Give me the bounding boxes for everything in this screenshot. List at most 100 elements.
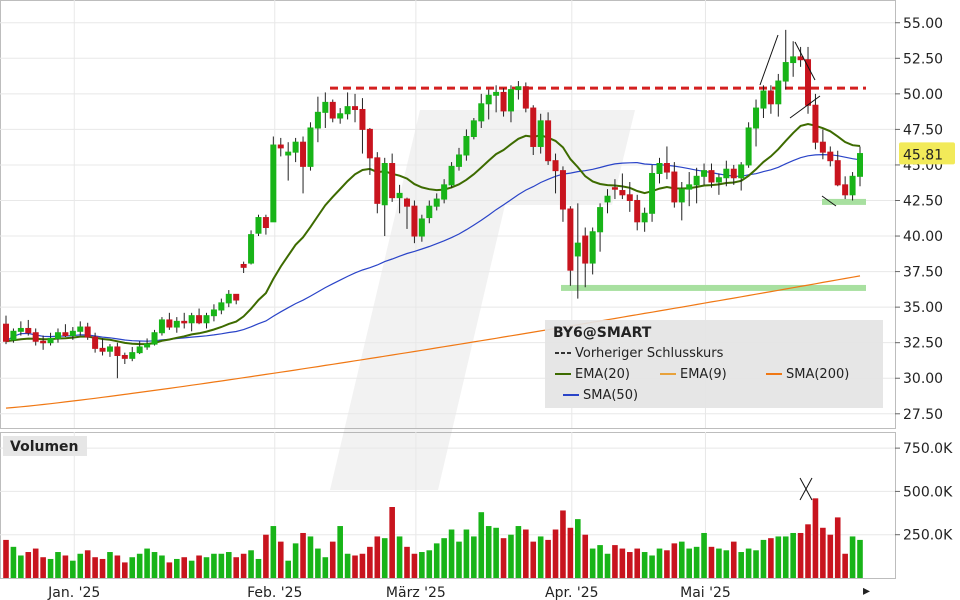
volume-tick-label: 750.0K (903, 441, 953, 457)
volume-bar (337, 526, 343, 578)
volume-bar (849, 536, 856, 578)
candle-body (210, 309, 217, 317)
candle-body (300, 141, 307, 167)
volume-bar (159, 555, 165, 578)
candle-body (478, 103, 485, 122)
candle-body (240, 263, 247, 268)
volume-bar (381, 538, 388, 578)
volume-bar (790, 532, 796, 578)
candle-body (277, 144, 284, 149)
candle-body (47, 337, 54, 344)
candle-body (196, 315, 203, 324)
volume-bar (300, 532, 306, 578)
price-tick-label: 42.50 (903, 193, 943, 209)
candle-body (203, 315, 210, 324)
candle-body (611, 187, 618, 190)
candle-body (530, 107, 537, 147)
candle-body (730, 168, 737, 179)
volume-bar (114, 555, 121, 578)
candle-body (114, 346, 121, 356)
candle-body (337, 113, 344, 119)
price-tick-label: 40.00 (903, 229, 943, 245)
candle-body (849, 175, 856, 196)
time-tick-label: Jan. '25 (47, 585, 100, 600)
legend[interactable]: BY6@SMART Vorheriger Schlusskurs EMA(20) EM… (545, 320, 883, 408)
volume-bar (701, 532, 707, 578)
volume-bar (307, 536, 314, 578)
volume-bar (834, 517, 841, 578)
candle-body (812, 104, 819, 143)
volume-bar (396, 536, 403, 578)
volume-bar (255, 558, 262, 578)
candle-body (634, 199, 641, 223)
axis-arrow-marker: ▸ (863, 583, 870, 599)
volume-bar (344, 553, 351, 578)
price-tick-label: 47.50 (903, 122, 943, 138)
candle-body (181, 320, 188, 324)
candle-body (537, 120, 544, 147)
legend-label: EMA(20) (575, 367, 630, 382)
candle-body (262, 217, 269, 229)
candle-body (10, 330, 17, 341)
volume-bar (612, 545, 618, 578)
candle-body (32, 332, 39, 342)
volume-bar (151, 552, 158, 578)
time-tick-label: März '25 (386, 585, 446, 600)
volume-bar (671, 543, 678, 578)
volume-bar (441, 538, 447, 578)
volume-bar (315, 548, 321, 578)
volume-bar (270, 526, 277, 578)
candle-body (62, 332, 69, 337)
candle-body (151, 332, 158, 345)
candle-body (559, 170, 566, 210)
candle-body (136, 346, 143, 354)
volume-bar (359, 553, 366, 578)
candle-body (233, 293, 240, 301)
volume-bar (196, 555, 202, 578)
candle-body (552, 160, 559, 172)
candle-body (374, 157, 381, 204)
candle-body (842, 184, 849, 196)
legend-entry-prev-close[interactable]: Vorheriger Schlusskurs (555, 346, 724, 361)
candle-body (99, 347, 106, 352)
candle-body (797, 56, 804, 61)
candle-body (604, 195, 611, 203)
candle-body (40, 340, 47, 344)
volume-bar (25, 552, 32, 578)
price-tick-label: 32.50 (903, 336, 943, 352)
volume-bar (582, 534, 589, 578)
candle-body (448, 165, 455, 186)
volume-bar (575, 519, 581, 578)
volume-bar (70, 560, 76, 578)
candle-body (738, 164, 745, 179)
candle-body (500, 91, 507, 112)
candle-body (389, 163, 396, 199)
volume-bar (515, 526, 522, 578)
candle-body (433, 198, 440, 207)
candle-body (678, 188, 685, 203)
candle-body (463, 136, 470, 156)
candle-body (767, 90, 774, 105)
candle-body (745, 127, 752, 166)
candle-body (158, 319, 165, 334)
candlestick-chart: 55.0052.5050.0047.5045.0042.5040.0037.50… (0, 0, 960, 600)
volume-bar (129, 557, 136, 578)
volume-bar (352, 555, 358, 578)
support-zone-lower (561, 284, 866, 291)
candle-body (708, 170, 715, 183)
volume-bar (40, 557, 46, 578)
price-tick-label: 35.00 (903, 300, 943, 316)
price-tick-label: 37.50 (903, 265, 943, 281)
legend-label: SMA(200) (786, 367, 849, 382)
candle-body (270, 144, 277, 223)
candle-body (426, 205, 433, 219)
price-tick-label: 50.00 (903, 87, 943, 103)
candle-body (166, 319, 173, 328)
volume-bar (107, 552, 113, 578)
volume-bar (664, 550, 670, 578)
volume-bar (686, 548, 692, 578)
volume-bar (411, 553, 418, 578)
volume-bar (597, 545, 603, 578)
candle-body (626, 194, 633, 201)
volume-bar (277, 541, 284, 578)
